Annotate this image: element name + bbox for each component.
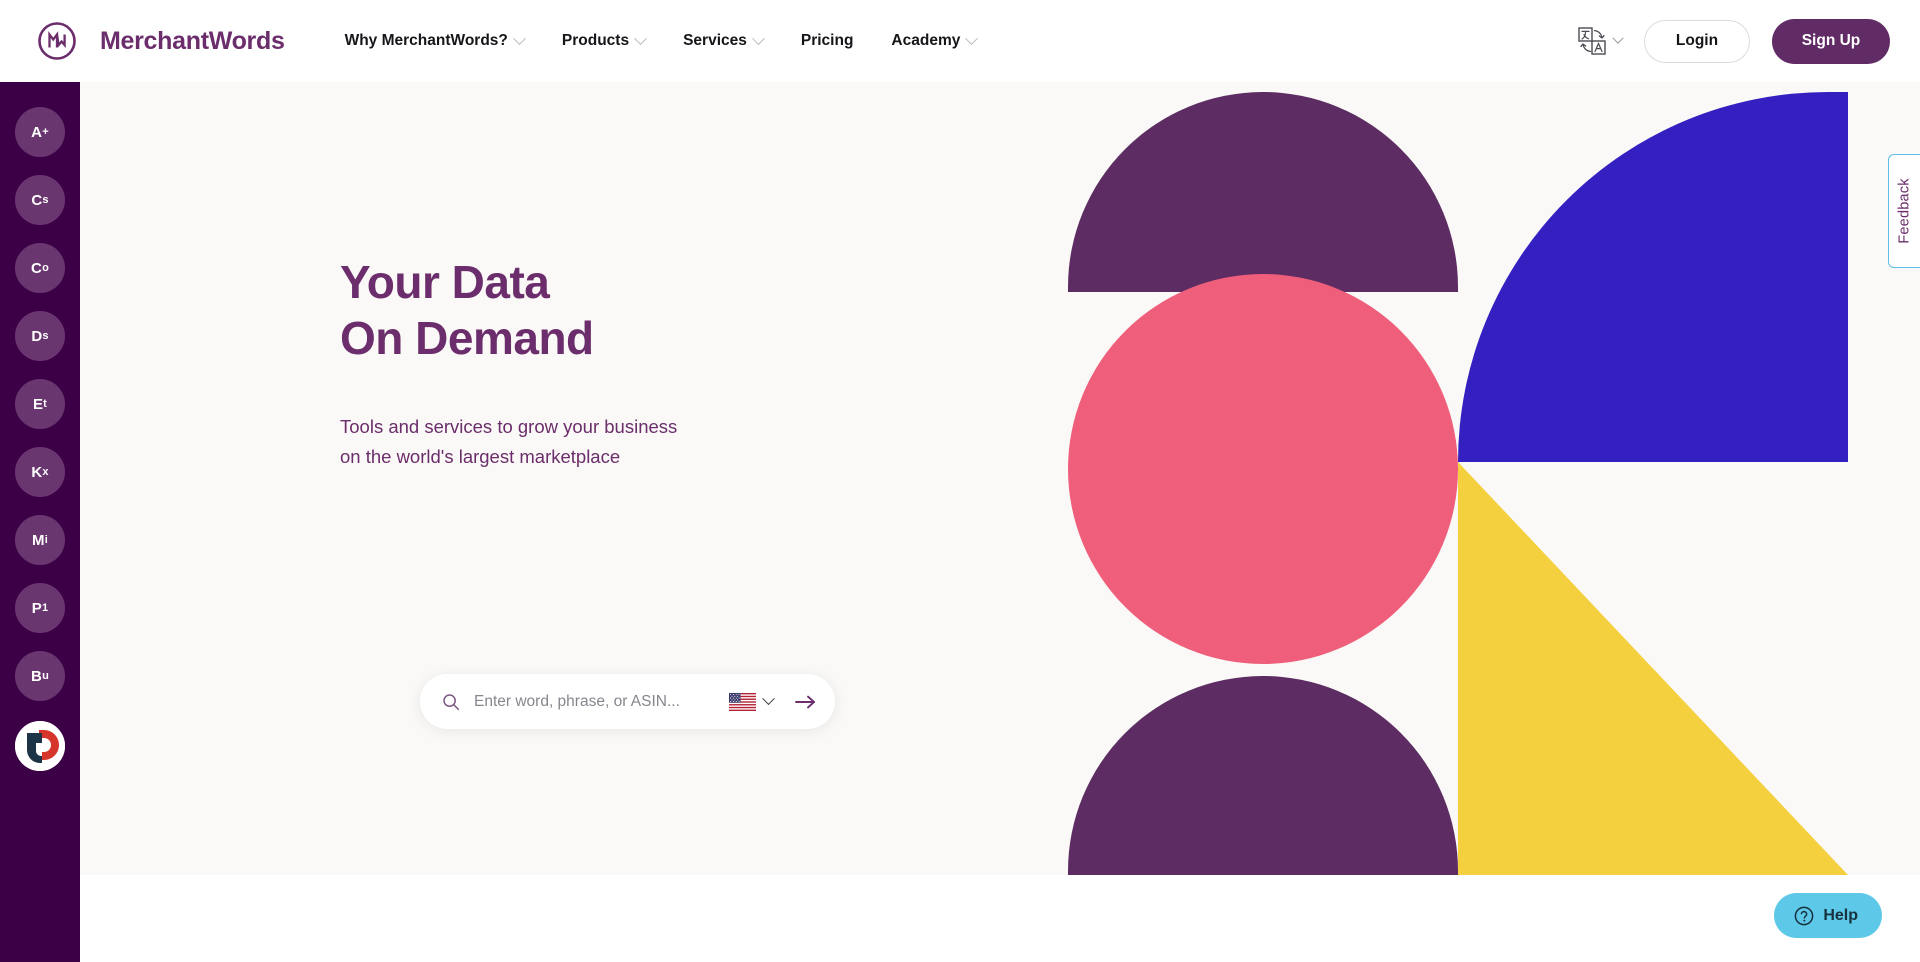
sidebar-item-co[interactable]: Co (15, 243, 65, 293)
site-header: MerchantWords Why MerchantWords? Product… (0, 0, 1920, 82)
sidebar-badge-main: M (32, 531, 45, 549)
language-selector[interactable] (1577, 26, 1624, 56)
chevron-down-icon (965, 31, 979, 45)
header-actions: Login Sign Up (1577, 18, 1890, 64)
us-flag-icon (729, 692, 756, 711)
sidebar-badge-main: E (32, 395, 44, 413)
nav-label: Academy (891, 32, 961, 49)
sidebar-item-ds[interactable]: Ds (15, 311, 65, 361)
nav-label: Services (683, 32, 747, 49)
search-icon (442, 693, 460, 711)
sidebar-badge-sub: o (42, 262, 49, 274)
sidebar-badge-main: C (31, 259, 43, 277)
nav-item-services[interactable]: Services (683, 31, 765, 50)
help-button[interactable]: Help (1774, 893, 1882, 938)
sidebar-badge-main: B (31, 667, 43, 685)
help-label: Help (1823, 906, 1858, 924)
feedback-tab[interactable]: Feedback (1888, 154, 1920, 268)
page-root: MerchantWords Why MerchantWords? Product… (0, 0, 1920, 962)
signup-button[interactable]: Sign Up (1772, 18, 1890, 64)
hero-search-bar (420, 674, 835, 729)
sidebar-badge-sub: s (42, 330, 49, 342)
logo-wordmark: MerchantWords (100, 26, 285, 55)
translate-icon (1577, 26, 1609, 56)
shape-dome-purple-top (1068, 92, 1458, 292)
nav-item-pricing[interactable]: Pricing (801, 32, 854, 50)
left-sidebar: A + Cs Co Ds Et Kx Mi P1 Bu (0, 82, 80, 962)
sidebar-item-kx[interactable]: Kx (15, 447, 65, 497)
sidebar-badge-sub: t (43, 398, 48, 410)
sidebar-badge-sub: + (42, 126, 49, 138)
hero-copy: Your Data On Demand Tools and services t… (340, 254, 960, 472)
login-button[interactable]: Login (1644, 19, 1750, 63)
shape-quarter-circle-blue (1458, 92, 1848, 462)
sidebar-badge-main: P (31, 599, 42, 617)
logo[interactable]: MerchantWords (36, 20, 285, 62)
nav-label: Why MerchantWords? (344, 32, 508, 49)
search-input[interactable] (474, 692, 729, 711)
main-navigation: Why MerchantWords? Products Services Pri… (344, 31, 979, 50)
feedback-label: Feedback (1896, 178, 1913, 244)
sidebar-badge-sub: s (42, 194, 49, 206)
hero-title: Your Data On Demand (340, 256, 594, 365)
sidebar-badge-sub: i (44, 534, 48, 546)
shape-dome-purple-bottom (1068, 676, 1458, 875)
chevron-down-icon (1612, 32, 1624, 44)
sidebar-item-bu[interactable]: Bu (15, 651, 65, 701)
nav-item-products[interactable]: Products (561, 31, 647, 50)
hero-subtitle: Tools and services to grow your business… (340, 416, 678, 468)
chevron-down-icon (513, 31, 526, 45)
sidebar-badge-main: D (31, 327, 43, 345)
sidebar-item-cs[interactable]: Cs (15, 175, 65, 225)
sidebar-item-et[interactable]: Et (15, 379, 65, 429)
chevron-down-icon[interactable] (762, 692, 775, 706)
nav-item-academy[interactable]: Academy (891, 31, 979, 50)
sidebar-item-a-plus[interactable]: A + (15, 107, 65, 157)
sidebar-badge-sub: u (42, 670, 49, 682)
sidebar-badge-main: K (31, 463, 43, 481)
chevron-down-icon (634, 31, 647, 45)
merchantwords-monogram-icon (36, 20, 78, 62)
chevron-down-icon (752, 31, 765, 45)
arrow-right-icon[interactable] (795, 693, 817, 711)
shape-circle-pink (1068, 274, 1458, 664)
nav-item-why-merchantwords[interactable]: Why MerchantWords? (344, 31, 526, 50)
sidebar-badge-sub: x (42, 466, 49, 478)
shape-triangle-yellow (1458, 462, 1848, 875)
sidebar-item-mi[interactable]: Mi (15, 515, 65, 565)
partner-logo-icon[interactable] (15, 721, 65, 771)
nav-label: Products (561, 32, 630, 49)
sidebar-badge-sub: 1 (41, 602, 49, 614)
sidebar-item-p1[interactable]: P1 (15, 583, 65, 633)
question-mark-icon (1794, 906, 1814, 926)
hero-section: Your Data On Demand Tools and services t… (80, 82, 1920, 875)
nav-label: Pricing (800, 32, 854, 49)
sidebar-badge-main: A (31, 123, 43, 141)
sidebar-badge-main: C (31, 191, 43, 209)
